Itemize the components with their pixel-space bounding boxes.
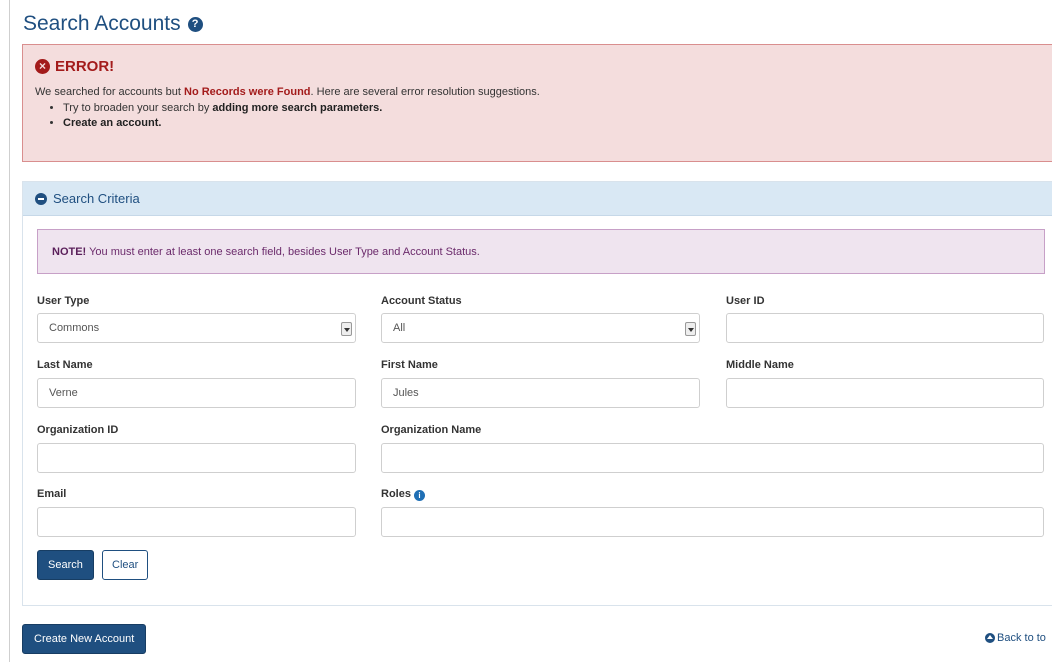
error-title-text: ERROR! [55, 58, 115, 75]
panel-header-label: Search Criteria [53, 191, 140, 206]
page-title: Search Accounts ? [23, 12, 203, 36]
roles-label-text: Roles [381, 488, 411, 500]
error-title: × ERROR! [35, 58, 1052, 75]
user-type-value: Commons [49, 322, 100, 334]
dropdown-arrow-icon [341, 322, 352, 336]
clear-button[interactable]: Clear [102, 550, 149, 580]
user-type-label: User Type [37, 295, 90, 307]
info-circle-icon[interactable]: i [413, 490, 425, 501]
minus-circle-icon [35, 192, 47, 205]
back-to-top-text: Back to to [997, 632, 1046, 644]
search-button[interactable]: Search [37, 550, 94, 580]
last-name-label: Last Name [37, 359, 93, 371]
dropdown-arrow-icon [685, 322, 696, 336]
x-circle-icon: × [35, 59, 50, 74]
roles-input[interactable] [381, 507, 1044, 537]
question-circle-icon[interactable]: ? [187, 16, 203, 32]
error-suggestions: Try to broaden your search by adding mor… [35, 102, 1052, 129]
account-status-value: All [393, 322, 406, 334]
error-suggestion-item: Create an account. [63, 117, 1052, 129]
error-message: We searched for accounts but No Records … [35, 86, 1052, 98]
email-input[interactable] [37, 507, 356, 537]
user-type-select[interactable]: Commons [37, 313, 356, 343]
back-to-top-link[interactable]: Back to to [985, 632, 1046, 644]
organization-name-input[interactable] [381, 443, 1044, 473]
email-label: Email [37, 488, 67, 500]
note-alert: NOTE! You must enter at least one search… [37, 229, 1045, 274]
search-criteria-toggle[interactable]: Search Criteria [23, 182, 1052, 216]
search-criteria-panel: Search Criteria NOTE! You must enter at … [22, 181, 1052, 606]
user-id-input[interactable] [726, 313, 1044, 343]
error-suggestion-item: Try to broaden your search by adding mor… [63, 102, 1052, 114]
organization-id-label: Organization ID [37, 424, 119, 436]
error-message-highlight: No Records were Found [184, 86, 311, 98]
left-border [9, 0, 10, 662]
arrow-up-circle-icon [985, 633, 995, 643]
note-label: NOTE! [52, 246, 87, 258]
error-alert: × ERROR! We searched for accounts but No… [22, 44, 1052, 162]
note-text: You must enter at least one search field… [86, 246, 480, 258]
middle-name-label: Middle Name [726, 359, 794, 371]
first-name-input[interactable] [381, 378, 700, 408]
suggestion-bold: Create an account. [63, 117, 162, 129]
page-title-text: Search Accounts [23, 12, 181, 35]
error-message-suffix: . Here are several error resolution sugg… [310, 86, 540, 98]
suggestion-bold: adding more search parameters. [212, 102, 383, 114]
account-status-select[interactable]: All [381, 313, 700, 343]
suggestion-text: Try to broaden your search by [63, 102, 213, 114]
user-id-label: User ID [726, 295, 765, 307]
account-status-label: Account Status [381, 295, 462, 307]
middle-name-input[interactable] [726, 378, 1044, 408]
organization-id-input[interactable] [37, 443, 356, 473]
create-new-account-button[interactable]: Create New Account [22, 624, 147, 654]
last-name-input[interactable] [37, 378, 356, 408]
error-message-prefix: We searched for accounts but [35, 86, 184, 98]
organization-name-label: Organization Name [381, 424, 482, 436]
roles-label: Roles i [381, 488, 425, 501]
first-name-label: First Name [381, 359, 438, 371]
